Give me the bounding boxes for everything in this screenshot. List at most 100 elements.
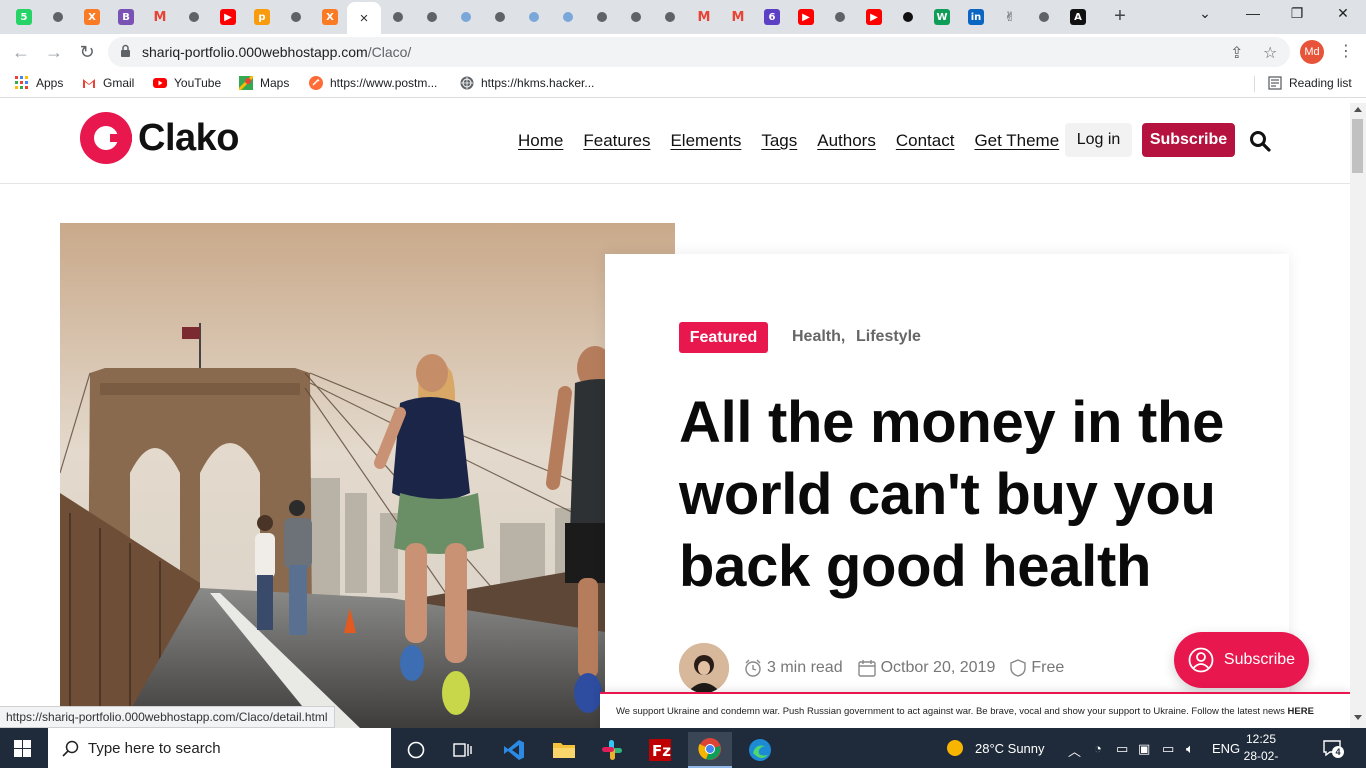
scrollbar-thumb[interactable] [1352, 119, 1363, 173]
edge-icon[interactable] [738, 732, 782, 768]
back-arrow-icon[interactable]: ← [10, 42, 32, 62]
browser-menu-icon[interactable]: ⋮ [1338, 41, 1354, 61]
reading-list-button[interactable]: Reading list [1268, 76, 1352, 90]
task-view-icon[interactable] [394, 732, 438, 768]
browser-tab[interactable] [420, 6, 444, 28]
browser-tab[interactable] [182, 6, 206, 28]
volume-icon[interactable]: 🔈︎ [1186, 741, 1194, 757]
floating-subscribe-button[interactable]: Subscribe [1174, 632, 1309, 688]
tray-overflow-chevron-icon[interactable]: ︿ [1068, 741, 1081, 760]
bookmark-star-icon[interactable]: ☆ [1263, 43, 1277, 63]
scroll-up-arrow-icon[interactable] [1354, 107, 1362, 112]
close-window-button[interactable]: ✕ [1333, 5, 1353, 22]
browser-tab[interactable]: ▶ [216, 6, 240, 28]
banner-link[interactable]: HERE [1288, 706, 1314, 717]
browser-tab[interactable]: M [726, 6, 750, 28]
browser-tab[interactable]: M [692, 6, 716, 28]
browser-tab[interactable]: X [318, 6, 342, 28]
browser-tab[interactable]: ▶ [794, 6, 818, 28]
nav-features[interactable]: Features [583, 131, 650, 151]
browser-tab[interactable]: M [148, 6, 172, 28]
subscribe-button[interactable]: Subscribe [1142, 123, 1235, 157]
browser-tab[interactable] [896, 6, 920, 28]
taskbar-clock[interactable]: 12:25 28-02-2022 [1238, 731, 1284, 768]
slack-icon[interactable] [590, 732, 634, 768]
browser-tab[interactable]: W [930, 6, 954, 28]
bookmark-postman[interactable]: https://www.postm... [309, 76, 437, 90]
nav-elements[interactable]: Elements [670, 131, 741, 151]
browser-tab[interactable]: in [964, 6, 988, 28]
tab-search-dropdown-icon[interactable]: ⌄ [1195, 5, 1215, 22]
post-title[interactable]: All the money in the world can't buy you… [679, 387, 1259, 603]
bookmark-maps[interactable]: Maps [239, 76, 289, 90]
minimize-button[interactable]: — [1243, 5, 1263, 21]
address-bar[interactable]: shariq-portfolio.000webhostapp.com/Claco… [108, 37, 1290, 67]
windows-start-icon[interactable] [14, 740, 31, 757]
browser-tab[interactable] [522, 6, 546, 28]
nav-authors[interactable]: Authors [817, 131, 876, 151]
site-logo[interactable]: Clako [80, 112, 239, 164]
browser-tab[interactable]: B [114, 6, 138, 28]
nav-tags[interactable]: Tags [761, 131, 797, 151]
browser-tab[interactable] [658, 6, 682, 28]
bookmark-hackerrank[interactable]: https://hkms.hacker... [460, 76, 594, 90]
tag-health[interactable]: Health, [792, 328, 845, 346]
search-icon[interactable] [1249, 130, 1271, 152]
page-scrollbar[interactable] [1350, 103, 1366, 728]
browser-tab[interactable]: 6 [760, 6, 784, 28]
notification-center-icon[interactable]: 4 [1322, 738, 1344, 758]
share-icon[interactable]: ⇪ [1230, 43, 1243, 63]
active-tab-close-icon[interactable]: × [360, 10, 369, 27]
browser-tab[interactable] [386, 6, 410, 28]
browser-tab[interactable]: A [1066, 6, 1090, 28]
browser-tab[interactable] [828, 6, 852, 28]
scroll-down-arrow-icon[interactable] [1354, 715, 1362, 720]
profile-avatar[interactable]: Md [1300, 40, 1324, 64]
nav-home[interactable]: Home [518, 131, 563, 151]
bookmark-gmail[interactable]: Gmail [82, 76, 134, 90]
browser-tab[interactable] [556, 6, 580, 28]
browser-tab[interactable]: ▶ [862, 6, 886, 28]
browser-tab[interactable]: 5 [12, 6, 36, 28]
browser-tab[interactable] [590, 6, 614, 28]
browser-tab[interactable]: ✌ [998, 6, 1022, 28]
forward-arrow-icon[interactable]: → [43, 42, 65, 62]
nav-get-theme[interactable]: Get Theme [974, 131, 1059, 151]
widgets-icon[interactable] [441, 732, 485, 768]
file-explorer-icon[interactable] [542, 732, 586, 768]
web-page: Clako Home Features Elements Tags Author… [0, 103, 1350, 728]
nav-contact[interactable]: Contact [896, 131, 955, 151]
restore-button[interactable]: ❐ [1287, 5, 1307, 22]
battery-icon[interactable]: ▭ [1162, 741, 1174, 757]
reading-list-icon [1268, 76, 1282, 90]
wifi-icon[interactable]: ◔ [1094, 741, 1102, 756]
browser-tab[interactable] [488, 6, 512, 28]
browser-tab[interactable] [454, 6, 478, 28]
hero-photo-runners-on-bridge[interactable] [60, 223, 675, 728]
browser-tab[interactable]: X [80, 6, 104, 28]
reload-icon[interactable]: ↻ [76, 42, 98, 62]
language-indicator[interactable]: ENG [1212, 741, 1240, 756]
active-tab[interactable]: × [347, 2, 381, 34]
featured-badge[interactable]: Featured [679, 322, 768, 353]
sun-weather-icon[interactable] [946, 739, 964, 757]
author-avatar[interactable] [679, 643, 729, 693]
device-icon[interactable]: ▭ [1116, 741, 1128, 757]
taskbar-search-box[interactable]: Type here to search [48, 728, 391, 768]
browser-tab[interactable] [284, 6, 308, 28]
chrome-icon[interactable] [688, 732, 732, 768]
camera-icon[interactable]: ▣ [1138, 741, 1150, 757]
bookmark-apps[interactable]: Apps [15, 76, 63, 90]
login-button[interactable]: Log in [1065, 123, 1132, 157]
tag-lifestyle[interactable]: Lifestyle [856, 328, 921, 346]
browser-tab[interactable] [1032, 6, 1056, 28]
weather-text[interactable]: 28°C Sunny [975, 741, 1045, 756]
new-tab-button[interactable]: + [1110, 6, 1130, 26]
browser-tab[interactable]: p [250, 6, 274, 28]
vscode-icon[interactable] [492, 732, 536, 768]
filezilla-icon[interactable]: Fz [638, 732, 682, 768]
browser-tab[interactable] [624, 6, 648, 28]
browser-tab[interactable] [46, 6, 70, 28]
bookmark-youtube[interactable]: YouTube [153, 76, 221, 90]
floating-subscribe-label: Subscribe [1223, 651, 1296, 668]
